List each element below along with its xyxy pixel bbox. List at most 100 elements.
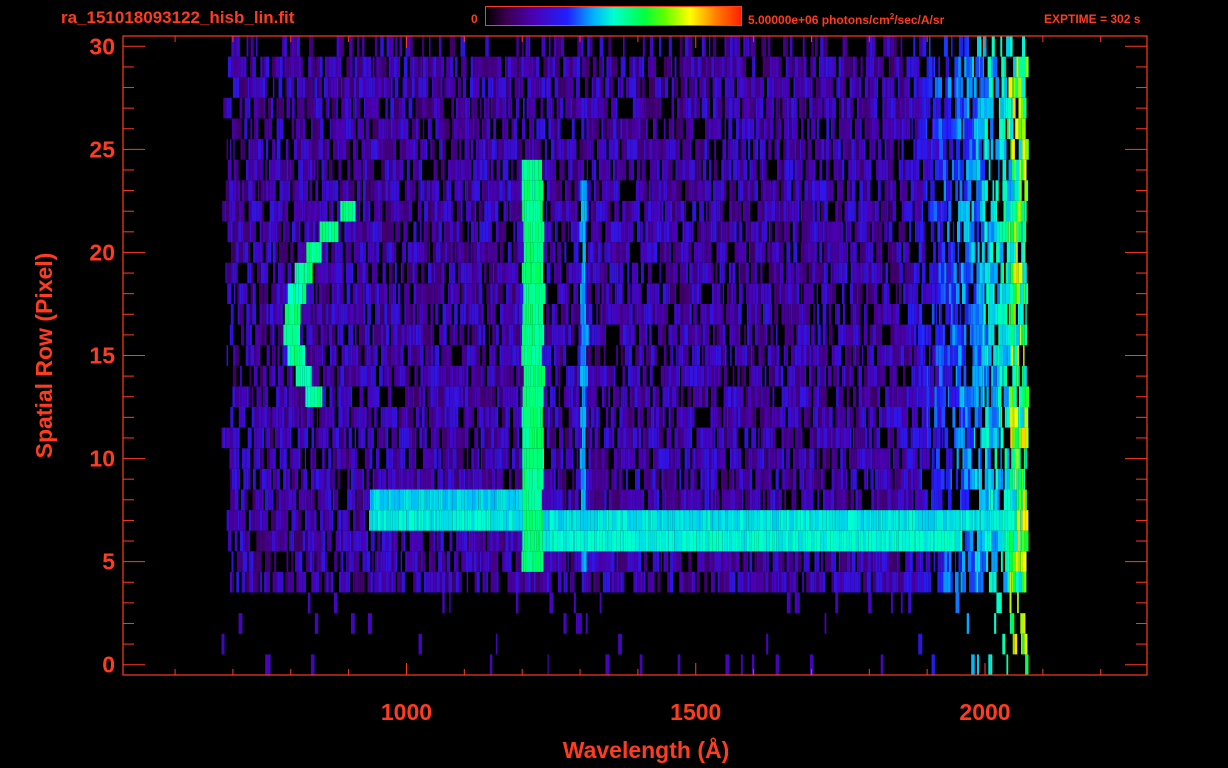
heatmap-cell [407,407,411,428]
heatmap-cell [786,262,788,284]
heatmap-cell [926,365,929,387]
heatmap-cell [887,468,890,490]
heatmap-cell [289,571,291,593]
heatmap-cell [661,407,663,428]
heatmap-cell [671,386,674,407]
heatmap-cell [794,200,798,222]
heatmap-cell [630,551,632,572]
heatmap-cell [387,221,391,243]
heatmap-cell [743,200,747,222]
heatmap-cell [729,221,733,243]
heatmap-cell [525,551,528,572]
heatmap-cell [858,427,861,449]
heatmap-cell [315,180,319,201]
heatmap-cell [880,551,882,572]
heatmap-cell [554,242,556,263]
heatmap-cell [464,386,468,407]
heatmap-cell [471,221,475,243]
heatmap-cell [773,571,777,593]
heatmap-cell [1022,386,1026,407]
heatmap-cell [832,283,836,304]
heatmap-cell [825,551,829,572]
heatmap-cell [465,468,469,490]
heatmap-cell [745,489,748,511]
heatmap-cell [852,427,855,449]
heatmap-cell [941,345,945,366]
heatmap-cell [775,283,780,304]
heatmap-cell [260,200,263,222]
heatmap-cell [938,345,942,366]
heatmap-cell [764,551,767,572]
heatmap-cell [891,510,894,531]
heatmap-cell [284,345,286,366]
heatmap-cell [697,324,702,346]
heatmap-cell [700,242,703,263]
heatmap-cell [268,489,272,511]
heatmap-cell [277,571,280,593]
heatmap-cell [527,407,531,428]
heatmap-cell [982,200,986,222]
heatmap-cell [285,345,288,366]
heatmap-cell [657,571,661,593]
heatmap-cell [798,407,802,428]
heatmap-cell [522,200,525,222]
heatmap-cell [631,510,634,531]
heatmap-cell [384,468,387,490]
heatmap-cell [320,510,324,531]
heatmap-cell [523,365,527,387]
heatmap-cell [896,551,899,572]
heatmap-cell [346,510,349,531]
heatmap-cell [530,242,534,263]
heatmap-cell [587,262,591,284]
heatmap-cell [367,448,370,469]
heatmap-cell [829,242,831,263]
heatmap-cell [737,345,742,366]
heatmap-cell [548,365,552,387]
heatmap-cell [242,571,245,593]
heatmap-cell [750,365,753,387]
heatmap-cell [601,283,605,304]
heatmap-cell [767,283,769,304]
heatmap-cell [378,551,381,572]
heatmap-cell [627,262,630,284]
heatmap-cell [783,345,786,366]
heatmap-cell [625,551,628,572]
heatmap-cell [541,427,544,449]
heatmap-cell [332,386,336,407]
heatmap-cell [871,530,875,552]
heatmap-cell [617,180,619,201]
heatmap-cell [780,200,784,222]
heatmap-cell [259,365,263,387]
heatmap-cell [459,324,462,346]
heatmap-cell [322,530,326,552]
heatmap-cell [569,386,571,407]
heatmap-cell [873,365,878,387]
heatmap-cell [976,386,979,407]
heatmap-cell [602,304,606,325]
heatmap-cell [937,283,941,304]
heatmap-cell [367,386,372,407]
heatmap-cell [314,345,317,366]
heatmap-cell [585,613,588,634]
heatmap-cell [693,365,696,387]
heatmap-cell [786,571,790,593]
heatmap-cell [431,283,435,304]
heatmap-cell [1025,304,1027,325]
heatmap-cell [309,304,311,325]
heatmap-cell [741,386,744,407]
heatmap-cell [1020,530,1022,552]
heatmap-cell [271,530,276,552]
heatmap-cell [529,180,533,201]
heatmap-cell [418,489,421,511]
heatmap-cell [985,489,989,511]
heatmap-cell [1006,345,1008,366]
heatmap-cell [400,345,404,366]
heatmap-cell [827,427,831,449]
heatmap-cell [732,365,735,387]
heatmap-cell [813,427,817,449]
heatmap-cell [680,427,684,449]
heatmap-cell [718,221,721,243]
heatmap-cell [620,530,623,552]
heatmap-cell [304,448,306,469]
heatmap-cell [788,386,792,407]
